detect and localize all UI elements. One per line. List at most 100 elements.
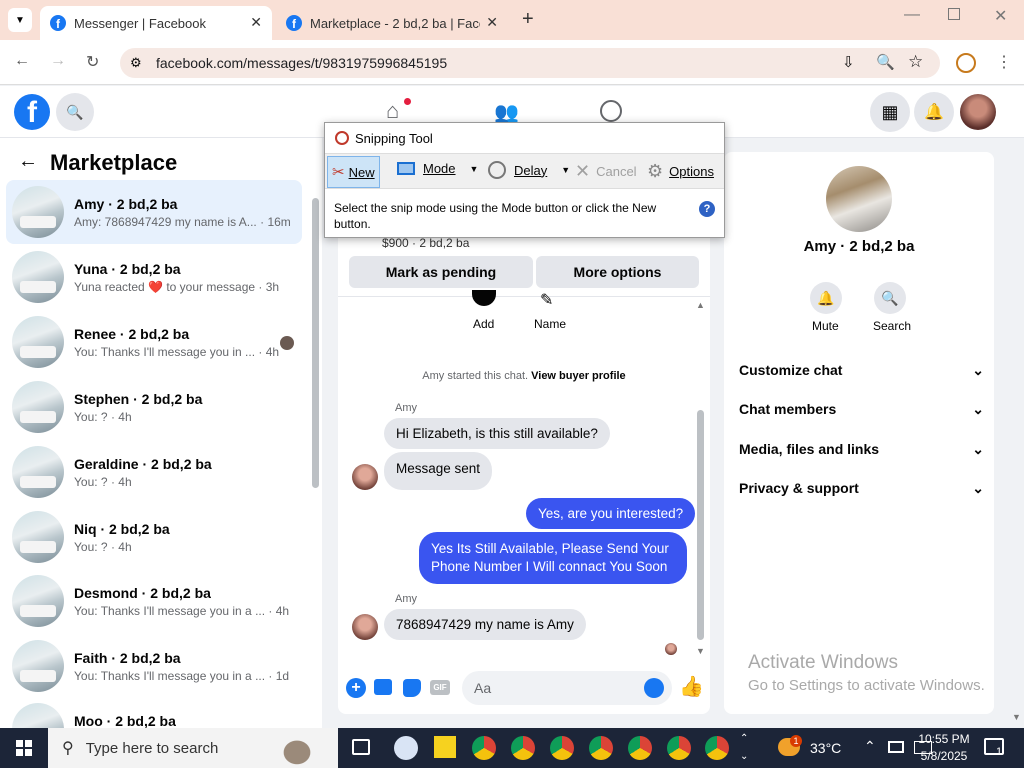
snipping-tool-icon [335, 131, 349, 145]
account-avatar[interactable] [960, 94, 996, 130]
listing-thumbnail [12, 446, 64, 498]
scroll-down-icon[interactable]: ▼ [696, 646, 705, 656]
install-app-icon[interactable]: ⇩ [842, 53, 855, 71]
notifications-bell-icon[interactable]: 🔔 [914, 92, 954, 132]
search-icon[interactable]: 🔍 [56, 93, 94, 131]
chat-members-section[interactable]: Chat members ⌄ [739, 401, 984, 418]
restore-icon[interactable] [948, 8, 960, 20]
media-files-section[interactable]: Media, files and links ⌄ [739, 441, 984, 458]
network-icon[interactable] [888, 741, 904, 753]
list-item[interactable]: Niq · 2 bd,2 ba You: ? · 4h [6, 505, 302, 569]
chat-preview: You: Thanks I'll message you in ... [74, 344, 256, 359]
url-text[interactable]: facebook.com/messages/t/9831975996845195 [156, 55, 447, 71]
facebook-logo-icon[interactable]: f [14, 94, 50, 130]
chrome-icon[interactable] [628, 736, 652, 760]
chrome-icon[interactable] [472, 736, 496, 760]
show-hidden-icons[interactable]: ⌃ [864, 738, 876, 755]
profile-icon[interactable] [956, 53, 976, 73]
edit-name-icon[interactable]: ✎ [540, 290, 553, 310]
gif-icon[interactable]: GIF [430, 680, 450, 695]
tab-marketplace[interactable]: f Marketplace - 2 bd,2 ba | Faceb ✕ [276, 6, 508, 40]
chat-time: · 1d [268, 668, 290, 683]
list-item[interactable]: Geraldine · 2 bd,2 ba You: ? · 4h [6, 440, 302, 504]
list-scrollbar[interactable] [312, 198, 319, 488]
options-button[interactable]: ⚙ Options [647, 161, 714, 182]
forward-icon[interactable]: → [50, 52, 66, 70]
groups-icon[interactable] [600, 100, 622, 122]
back-icon[interactable]: ← [14, 52, 30, 70]
tab-list-button[interactable]: ▼ [8, 8, 32, 32]
help-icon[interactable]: ? [699, 201, 715, 217]
section-label: Media, files and links [739, 441, 880, 457]
privacy-support-section[interactable]: Privacy & support ⌄ [739, 480, 984, 497]
list-item[interactable]: Moo · 2 bd,2 ba [6, 699, 302, 728]
incoming-message[interactable]: 7868947429 my name is Amy [384, 609, 586, 640]
emoji-icon[interactable] [644, 678, 664, 698]
message-input[interactable]: Aa [462, 671, 672, 705]
sticker-icon[interactable] [403, 679, 421, 697]
chat-preview: Amy: 7868947429 my name is A... [74, 214, 257, 229]
menu-grid-icon[interactable]: ▦ [870, 92, 910, 132]
list-item[interactable]: Faith · 2 bd,2 ba You: Thanks I'll messa… [6, 634, 302, 698]
minimize-icon[interactable]: — [904, 6, 920, 24]
section-label: Customize chat [739, 362, 843, 378]
list-item[interactable]: Yuna · 2 bd,2 ba Yuna reacted ❤️ to your… [6, 245, 302, 309]
chrome-icon[interactable] [589, 736, 613, 760]
close-tab-icon[interactable]: ✕ [250, 14, 262, 31]
list-item[interactable]: Stephen · 2 bd,2 ba You: ? · 4h [6, 375, 302, 439]
menu-kebab-icon[interactable]: ⋮ [996, 52, 1012, 72]
thumbs-up-icon[interactable]: 👍 [679, 674, 704, 699]
chrome-icon[interactable] [511, 736, 535, 760]
temperature-text[interactable]: 33°C [810, 740, 841, 756]
new-label: New [348, 164, 375, 180]
task-view-icon[interactable] [352, 739, 370, 755]
view-buyer-profile-link[interactable]: View buyer profile [531, 370, 626, 382]
mute-bell-icon[interactable]: 🔔 [810, 282, 842, 314]
address-bar[interactable]: ⚙ facebook.com/messages/t/98319759968451… [120, 48, 940, 78]
chat-time: · 4h [258, 344, 280, 359]
more-options-button[interactable]: More options [536, 256, 699, 288]
list-item[interactable]: Renee · 2 bd,2 ba You: Thanks I'll messa… [6, 310, 302, 374]
windows-start-icon[interactable] [16, 740, 32, 756]
mode-button[interactable]: Mode ▼ [397, 161, 478, 176]
plus-icon[interactable]: + [346, 678, 366, 698]
chrome-icon[interactable] [705, 736, 729, 760]
snipping-tool-taskbar-icon[interactable] [394, 736, 418, 760]
customize-chat-section[interactable]: Customize chat ⌄ [739, 362, 984, 379]
close-window-icon[interactable]: ✕ [994, 6, 1007, 26]
scroll-up-icon[interactable]: ▲ [696, 300, 705, 310]
section-label: Chat members [739, 401, 837, 417]
taskbar-search-box[interactable]: ⚲ Type here to search [48, 728, 338, 768]
photo-icon[interactable] [374, 679, 392, 695]
list-item[interactable]: Desmond · 2 bd,2 ba You: Thanks I'll mes… [6, 569, 302, 633]
page-scroll-down-icon[interactable]: ▼ [1012, 712, 1021, 722]
delay-button[interactable]: Delay ▼ [488, 161, 570, 179]
zoom-icon[interactable]: 🔍 [876, 53, 895, 71]
list-item[interactable]: Amy · 2 bd,2 ba Amy: 7868947429 my name … [6, 180, 302, 244]
sticky-notes-icon[interactable] [434, 736, 456, 758]
chat-preview: You: ? [74, 474, 108, 489]
clock-time[interactable]: 10:55 PM [914, 732, 974, 746]
new-snip-button[interactable]: ✂ New [327, 156, 380, 188]
chat-scrollbar[interactable] [697, 410, 704, 640]
clock-date[interactable]: 5/8/2025 [914, 749, 974, 763]
incoming-message[interactable]: Hi Elizabeth, is this still available? [384, 418, 610, 449]
outgoing-message[interactable]: Yes Its Still Available, Please Send You… [419, 532, 687, 584]
close-tab-icon[interactable]: ✕ [486, 14, 498, 31]
tab-messenger[interactable]: f Messenger | Facebook ✕ [40, 6, 272, 40]
chrome-icon[interactable] [667, 736, 691, 760]
home-icon[interactable]: ⌂ [386, 98, 399, 124]
mark-as-pending-button[interactable]: Mark as pending [349, 256, 533, 288]
incoming-message[interactable]: Message sent [384, 452, 493, 490]
chrome-icon[interactable] [550, 736, 574, 760]
search-icon[interactable]: 🔍 [874, 282, 906, 314]
taskbar-overflow-arrows[interactable]: ⌃ ⌄ [740, 730, 748, 766]
back-arrow-icon[interactable]: ← [18, 150, 38, 173]
reload-icon[interactable]: ↻ [86, 52, 99, 72]
outgoing-message[interactable]: Yes, are you interested? [526, 498, 696, 529]
new-tab-icon[interactable]: + [522, 8, 534, 31]
add-person-icon[interactable] [472, 290, 496, 306]
chat-preview: You: Thanks I'll message you in a ... [74, 668, 266, 683]
site-info-icon[interactable]: ⚙ [130, 55, 142, 71]
bookmark-star-icon[interactable]: ☆ [908, 52, 923, 72]
